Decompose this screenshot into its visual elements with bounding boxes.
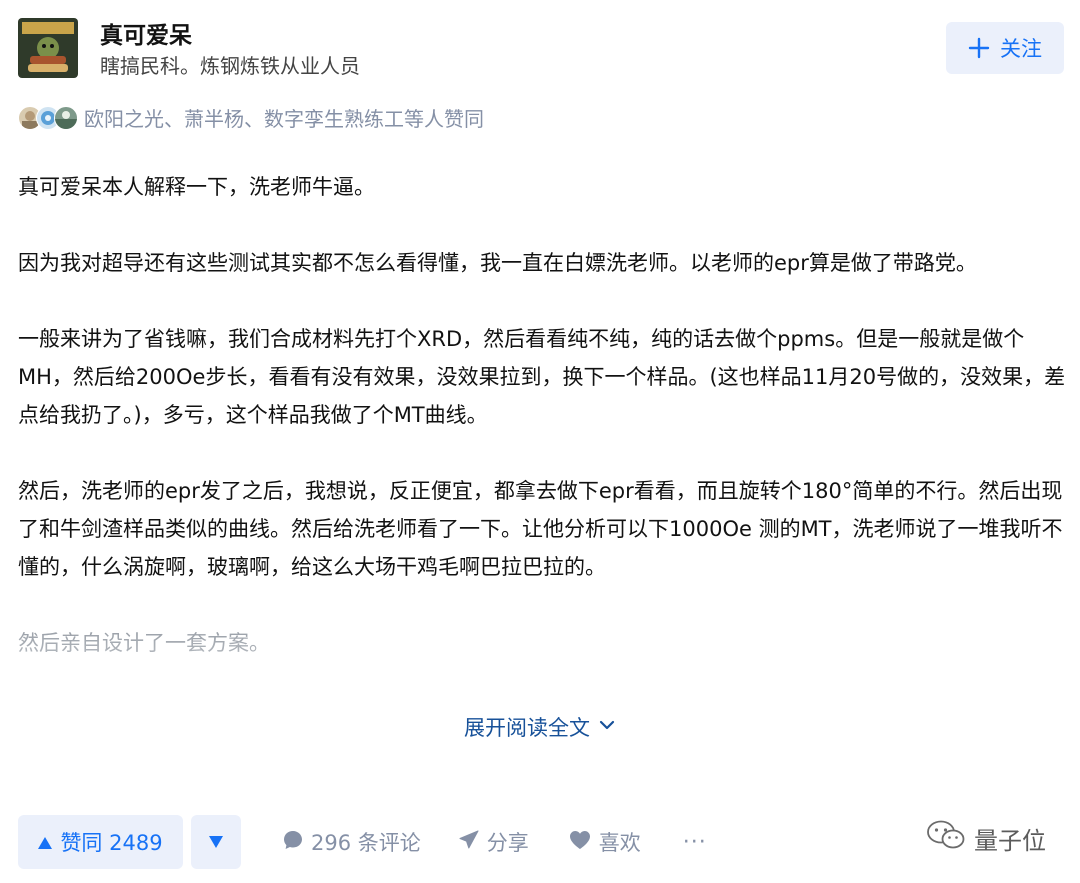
- triangle-up-icon: [38, 830, 53, 854]
- voter-avatar[interactable]: [54, 106, 78, 130]
- watermark: 量子位: [926, 819, 1046, 857]
- author-header: 真可爱呆 瞎搞民科。炼钢炼铁从业人员 关注: [18, 18, 1064, 80]
- vote-up-label: 赞同 2489: [60, 831, 163, 855]
- expand-label: 展开阅读全文: [464, 716, 590, 740]
- share-button[interactable]: 分享: [459, 827, 529, 857]
- expand-full-text[interactable]: 展开阅读全文: [0, 712, 1080, 742]
- comment-button[interactable]: 296 条评论: [283, 827, 421, 857]
- answer-content: 真可爱呆本人解释一下，洗老师牛逼。 因为我对超导还有这些测试其实都不怎么看得懂，…: [18, 168, 1068, 700]
- plus-icon: [968, 37, 990, 59]
- comment-icon: [283, 830, 303, 855]
- like-button[interactable]: 喜欢: [569, 827, 641, 857]
- share-label: 分享: [486, 831, 529, 855]
- author-avatar[interactable]: [18, 18, 78, 78]
- chevron-down-icon: [598, 715, 616, 739]
- more-button[interactable]: ···: [683, 830, 707, 855]
- follow-label: 关注: [1000, 37, 1042, 61]
- like-label: 喜欢: [598, 831, 641, 855]
- content-paragraph: 因为我对超导还有这些测试其实都不怎么看得懂，我一直在白嫖洗老师。以老师的epr算…: [18, 251, 977, 275]
- wechat-icon: [926, 819, 966, 857]
- action-bar: 赞同 2489 296 条评论 分享 喜欢 ···: [18, 815, 707, 869]
- triangle-down-icon: [209, 833, 223, 852]
- author-bio: 瞎搞民科。炼钢炼铁从业人员: [100, 54, 360, 78]
- more-label: ···: [682, 829, 707, 855]
- follow-button[interactable]: 关注: [946, 22, 1064, 74]
- author-name[interactable]: 真可爱呆: [100, 16, 192, 50]
- voters-row: 欧阳之光、萧半杨、数字孪生熟练工等人赞同: [18, 103, 484, 131]
- voter-avatars: [18, 105, 80, 130]
- content-paragraph: 然后，洗老师的epr发了之后，我想说，反正便宜，都拿去做下epr看看，而且旋转个…: [18, 479, 1063, 579]
- vote-down-button[interactable]: [191, 815, 241, 869]
- vote-up-button[interactable]: 赞同 2489: [18, 815, 183, 869]
- share-icon: [459, 830, 479, 855]
- comment-label: 296 条评论: [311, 831, 421, 855]
- voters-text[interactable]: 欧阳之光、萧半杨、数字孪生熟练工等人赞同: [84, 103, 484, 132]
- watermark-text: 量子位: [974, 826, 1046, 855]
- content-paragraph: 真可爱呆本人解释一下，洗老师牛逼。: [18, 175, 375, 199]
- heart-icon: [569, 830, 591, 855]
- content-paragraph-faded: 然后亲自设计了一套方案。: [18, 631, 270, 655]
- content-paragraph: 一般来讲为了省钱嘛，我们合成材料先打个XRD，然后看看纯不纯，纯的话去做个ppm…: [18, 327, 1066, 427]
